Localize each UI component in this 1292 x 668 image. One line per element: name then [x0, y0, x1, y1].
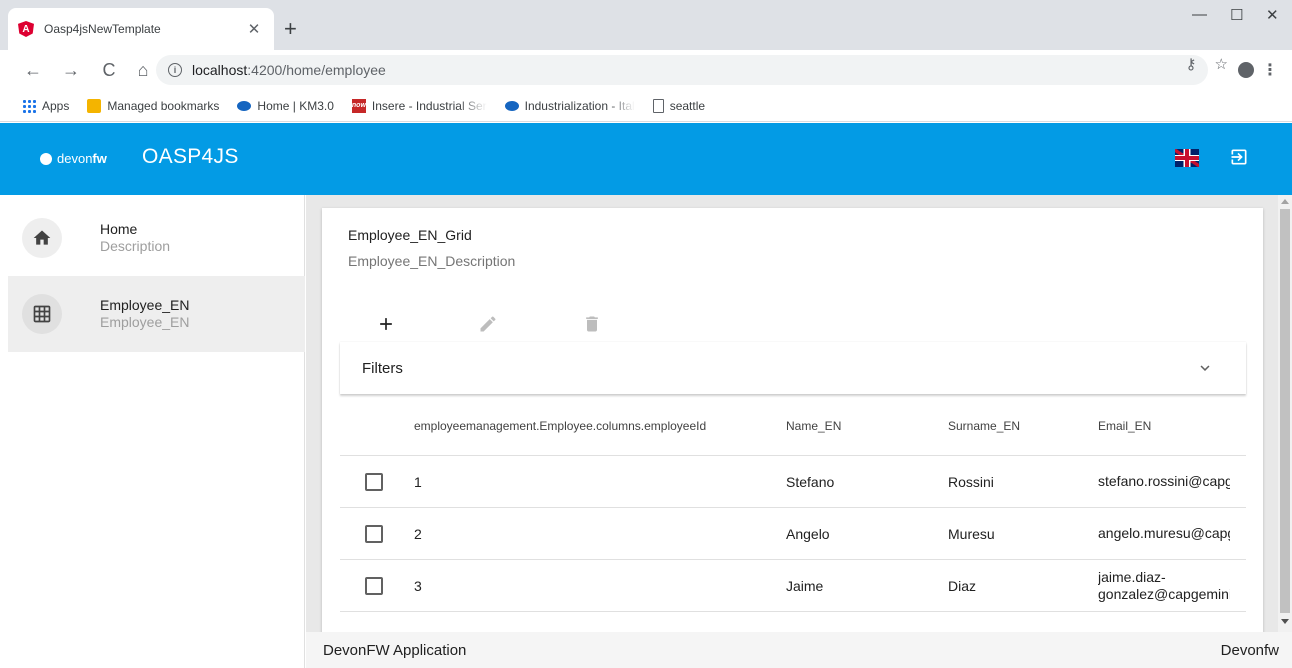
bookmark-managed[interactable]: Managed bookmarks	[87, 98, 219, 113]
browser-toolbar: ← → C ⌂ i localhost:4200/home/employee ⚷…	[0, 50, 1292, 90]
cell-name: Jaime	[786, 577, 824, 594]
site-info-icon[interactable]: i	[168, 63, 182, 77]
edit-button[interactable]	[472, 308, 504, 340]
bookmarks-bar: Apps Managed bookmarks Home | KM3.0 now I…	[0, 90, 1292, 122]
window-close-icon[interactable]: ✕	[1266, 6, 1279, 24]
main-content: Employee_EN_Grid Employee_EN_Description…	[306, 195, 1278, 632]
add-button[interactable]	[370, 308, 402, 340]
bookmark-seattle[interactable]: seattle	[652, 98, 705, 113]
cell-surname: Muresu	[948, 525, 995, 542]
cell-email: jaime.diaz-gonzalez@capgemini.com	[1098, 568, 1230, 602]
cloud-icon	[504, 100, 519, 111]
footer-brand: Devonfw	[1220, 642, 1279, 659]
now-icon: now	[351, 98, 366, 113]
url-host: localhost	[192, 62, 248, 78]
bookmark-industrialization[interactable]: Industrialization - Ital	[504, 99, 635, 113]
table-row[interactable]: 1 Stefano Rossini stefano.rossini@capgem…	[340, 456, 1246, 508]
cell-employee-id: 3	[414, 577, 422, 594]
cloud-icon	[237, 100, 252, 111]
table-header: employeemanagement.Employee.columns.empl…	[340, 396, 1246, 456]
filters-label: Filters	[362, 359, 403, 377]
cell-name: Angelo	[786, 525, 830, 542]
grid-icon	[22, 294, 62, 334]
chevron-down-icon[interactable]	[1196, 359, 1214, 377]
forward-icon[interactable]: →	[58, 60, 84, 81]
maximize-icon[interactable]: ☐	[1230, 6, 1243, 24]
uk-flag-icon[interactable]	[1175, 149, 1199, 167]
row-checkbox[interactable]	[365, 524, 383, 543]
page-description: Employee_EN_Description	[348, 253, 516, 269]
angular-favicon-icon: A	[18, 21, 34, 37]
filters-panel[interactable]: Filters	[340, 342, 1246, 394]
browser-tabstrip: A Oasp4jsNewTemplate ✕ + — ☐ ✕	[0, 0, 1292, 50]
bookmark-star-icon[interactable]: ☆	[1215, 55, 1228, 73]
home-nav-icon[interactable]: ⌂	[130, 60, 156, 81]
reload-icon[interactable]: C	[96, 60, 122, 81]
cell-email: stefano.rossini@capgemini.com	[1098, 473, 1230, 489]
back-icon[interactable]: ←	[20, 60, 46, 81]
column-header-name[interactable]: Name_EN	[786, 396, 841, 455]
devonfw-logo: devon fw	[40, 151, 107, 166]
trash-icon	[586, 316, 598, 332]
plus-icon	[380, 318, 392, 330]
scrollbar-thumb[interactable]	[1280, 209, 1290, 613]
tab-close-icon[interactable]: ✕	[244, 20, 264, 38]
minimize-icon[interactable]: —	[1192, 6, 1207, 23]
cell-surname: Rossini	[948, 473, 994, 490]
app-title: OASP4JS	[142, 145, 239, 168]
tab-title: Oasp4jsNewTemplate	[44, 22, 161, 36]
folder-icon	[87, 98, 102, 113]
row-checkbox[interactable]	[365, 576, 383, 595]
browser-tab[interactable]: A Oasp4jsNewTemplate ✕	[8, 8, 274, 50]
url-path: :4200/home/employee	[247, 62, 386, 78]
content-scrollbar[interactable]	[1278, 195, 1292, 632]
row-checkbox[interactable]	[365, 472, 383, 491]
app-footer: DevonFW Application Devonfw	[306, 632, 1292, 668]
sidebar-item-employee[interactable]: Employee_EN Employee_EN	[8, 276, 305, 352]
sidebar-item-home[interactable]: Home Description	[8, 200, 305, 276]
logout-icon[interactable]	[1229, 147, 1249, 167]
new-tab-button[interactable]: +	[284, 18, 297, 40]
cell-employee-id: 1	[414, 473, 422, 490]
column-header-surname[interactable]: Surname_EN	[948, 396, 1020, 455]
employee-table: employeemanagement.Employee.columns.empl…	[340, 396, 1246, 612]
footer-app-name: DevonFW Application	[323, 642, 467, 659]
profile-icon[interactable]	[1238, 62, 1254, 78]
delete-button[interactable]	[576, 308, 608, 340]
page-title: Employee_EN_Grid	[348, 227, 472, 243]
sidebar-item-title: Employee_EN	[100, 297, 190, 313]
browser-menu-icon[interactable]: ⋮	[1262, 60, 1278, 80]
home-icon	[22, 218, 62, 258]
table-row[interactable]: 3 Jaime Diaz jaime.diaz-gonzalez@capgemi…	[340, 560, 1246, 612]
scroll-up-arrow-icon[interactable]	[1281, 199, 1289, 204]
cell-employee-id: 2	[414, 525, 422, 542]
sidebar: Home Description Employee_EN Employee_EN	[0, 195, 305, 668]
sidebar-item-subtitle: Employee_EN	[100, 314, 190, 330]
employee-grid-card: Employee_EN_Grid Employee_EN_Description…	[322, 208, 1263, 632]
bookmark-km3[interactable]: Home | KM3.0	[237, 99, 334, 113]
apps-grid-icon	[22, 98, 36, 113]
page-icon	[652, 98, 664, 113]
pencil-icon	[480, 316, 496, 332]
app-header: devon fw OASP4JS	[0, 123, 1292, 195]
scroll-down-arrow-icon[interactable]	[1281, 619, 1289, 624]
address-bar[interactable]: i localhost:4200/home/employee	[156, 55, 1208, 85]
column-header-employee-id[interactable]: employeemanagement.Employee.columns.empl…	[414, 396, 706, 455]
key-icon[interactable]: ⚷	[1186, 55, 1197, 73]
bookmark-insere[interactable]: now Insere - Industrial Ser	[351, 98, 487, 113]
devonfw-logo-icon	[40, 152, 52, 165]
sidebar-item-subtitle: Description	[100, 238, 171, 254]
cell-surname: Diaz	[948, 577, 977, 594]
bookmark-apps[interactable]: Apps	[22, 98, 69, 113]
cell-email: angelo.muresu@capgemini.com	[1098, 525, 1230, 541]
cell-name: Stefano	[786, 473, 835, 490]
column-header-email[interactable]: Email_EN	[1098, 396, 1151, 455]
table-row[interactable]: 2 Angelo Muresu angelo.muresu@capgemini.…	[340, 508, 1246, 560]
sidebar-item-title: Home	[100, 221, 138, 237]
